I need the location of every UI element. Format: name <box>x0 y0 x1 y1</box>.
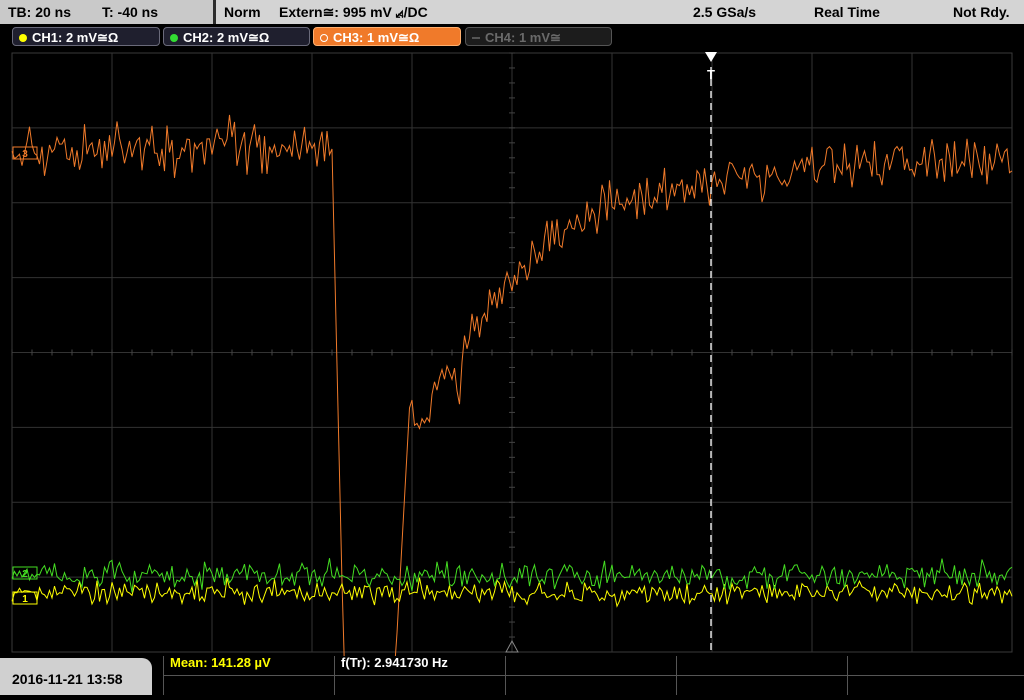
channel-3-dot-icon <box>320 34 328 42</box>
ch3-marker-label: 3 <box>22 149 28 160</box>
channel-2-dot-icon <box>170 34 178 42</box>
datetime-label: 2016-11-21 13:58 <box>12 671 123 687</box>
channel-2-label: CH2: 2 mV≅Ω <box>183 30 270 45</box>
trigger-marker-label: T <box>707 67 715 82</box>
ch1-marker-label: 1 <box>22 594 28 605</box>
channel-3-label: CH3: 1 mV≅Ω <box>333 30 420 45</box>
waveform-canvas: T 3 2 1 <box>11 52 1013 670</box>
acquisition-mode-label: Real Time <box>814 4 880 20</box>
waveform-display[interactable]: T 3 2 1 <box>0 49 1024 670</box>
frequency-measurement: f(Tr): 2.941730 Hz <box>341 655 448 670</box>
ch2-offset-marker[interactable]: 2 <box>12 566 38 580</box>
trigger-position-arrow-icon[interactable] <box>705 52 717 62</box>
trigger-mode-label: Norm <box>224 4 261 20</box>
measurement-cell-5[interactable] <box>847 656 1024 695</box>
measurement-cell-1[interactable]: Mean: 141.28 µV <box>163 656 334 695</box>
acquisition-panel[interactable]: Norm Extern≅: 995 mV ⦯/DC 2.5 GSa/s Real… <box>216 0 1024 24</box>
measurement-bar: 2016-11-21 13:58 Mean: 141.28 µV f(Tr): … <box>0 656 1024 695</box>
trigger-time-label: T: -40 ns <box>102 4 159 20</box>
channel-4-off-icon <box>472 37 480 39</box>
ch1-offset-marker[interactable]: 1 <box>12 591 38 605</box>
graticule-grid <box>11 52 1013 653</box>
channel-3-button[interactable]: CH3: 1 mV≅Ω <box>313 27 461 46</box>
channel-4-label: CH4: 1 mV≅ <box>485 30 561 45</box>
measurement-cell-2[interactable]: f(Tr): 2.941730 Hz <box>334 656 505 695</box>
channel-2-button[interactable]: CH2: 2 mV≅Ω <box>163 27 310 46</box>
channel-1-label: CH1: 2 mV≅Ω <box>32 30 119 45</box>
datetime-display[interactable]: 2016-11-21 13:58 <box>0 658 152 695</box>
timebase-label: TB: 20 ns <box>8 4 72 20</box>
mean-measurement: Mean: 141.28 µV <box>170 655 271 670</box>
timebase-panel[interactable]: TB: 20 ns T: -40 ns <box>0 0 213 24</box>
sample-rate-label: 2.5 GSa/s <box>693 4 757 20</box>
trigger-source-label: Extern≅: 995 mV ⦯/DC <box>279 4 428 20</box>
status-bar: TB: 20 ns T: -40 ns Norm Extern≅: 995 mV… <box>0 0 1024 24</box>
channel-1-dot-icon <box>19 34 27 42</box>
run-state-label: Not Rdy. <box>953 4 1010 20</box>
measurement-cell-4[interactable] <box>676 656 847 695</box>
measurement-cell-3[interactable] <box>505 656 676 695</box>
channel-bar: CH1: 2 mV≅Ω CH2: 2 mV≅Ω CH3: 1 mV≅Ω CH4:… <box>0 24 1024 49</box>
channel-1-button[interactable]: CH1: 2 mV≅Ω <box>12 27 160 46</box>
ch2-marker-label: 2 <box>22 569 28 580</box>
channel-4-button[interactable]: CH4: 1 mV≅ <box>465 27 612 46</box>
